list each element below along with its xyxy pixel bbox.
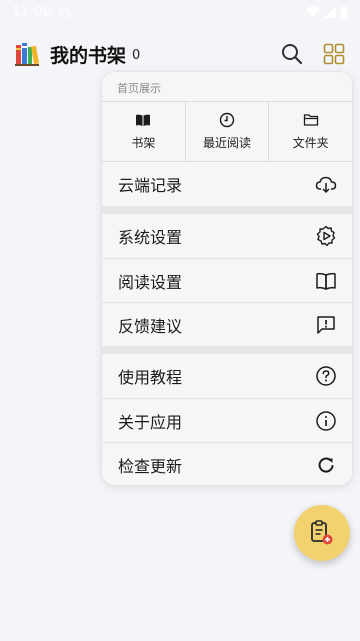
menu-item-label: 检查更新 (118, 456, 183, 476)
menu-item-reading-settings[interactable]: 阅读设置 (102, 258, 352, 302)
books-logo-icon (15, 43, 40, 66)
info-circle-icon (316, 410, 336, 431)
help-circle-icon (316, 366, 336, 386)
tab-label: 书架 (131, 136, 156, 150)
menu-item-check-update[interactable]: 检查更新 (102, 442, 352, 485)
folder-icon (303, 114, 318, 126)
search-button[interactable] (280, 42, 304, 66)
layout-menu-button[interactable] (322, 42, 346, 66)
tab-bookshelf[interactable]: 书架 (102, 102, 185, 161)
wifi-icon (306, 6, 320, 17)
menu-item-feedback[interactable]: 反馈建议 (102, 302, 352, 346)
menu-item-label: 云端记录 (118, 176, 183, 195)
menu-item-label: 反馈建议 (118, 316, 183, 336)
divider (102, 346, 352, 354)
menu-item-label: 系统设置 (118, 228, 183, 247)
status-icons (306, 5, 348, 19)
page-title: 我的书架 (50, 44, 127, 67)
refresh-icon (318, 457, 334, 472)
menu-item-cloud-records[interactable]: 云端记录 (102, 162, 352, 206)
app-header: 我的书架 0 (0, 32, 360, 76)
book-open-icon (136, 114, 151, 126)
section-label: 首页展示 (117, 82, 161, 95)
menu-item-tutorial[interactable]: 使用教程 (102, 354, 352, 398)
book-count: 0 (132, 47, 141, 63)
cloud-download-icon (315, 176, 337, 194)
home-display-tabs: 书架 最近阅读 文件夹 (102, 101, 352, 162)
battery-icon (340, 5, 348, 18)
clock-icon (219, 112, 235, 128)
menu-item-label: 使用教程 (118, 368, 183, 387)
feedback-icon (317, 315, 335, 334)
tab-recent-reading[interactable]: 最近阅读 (184, 102, 269, 161)
search-icon (282, 44, 303, 65)
notification-icon (59, 7, 69, 17)
status-bar: 11:00 (0, 0, 360, 24)
tab-folder[interactable]: 文件夹 (268, 102, 352, 161)
gear-play-icon (316, 225, 336, 247)
menu-item-label: 关于应用 (118, 412, 183, 432)
popup-menu: 首页展示 书架 最近阅读 文件夹 云端记录 系统设置 阅读设置 反馈建议 使用教… (102, 72, 352, 485)
tab-label: 文件夹 (292, 136, 329, 150)
grid-icon (323, 43, 345, 65)
divider (102, 206, 352, 214)
tab-label: 最近阅读 (203, 136, 252, 150)
menu-item-system-settings[interactable]: 系统设置 (102, 214, 352, 258)
book-outline-icon (316, 272, 336, 290)
clipboard-add-icon (311, 520, 333, 545)
menu-item-label: 阅读设置 (118, 272, 183, 292)
signal-icon (324, 6, 336, 18)
menu-item-about[interactable]: 关于应用 (102, 398, 352, 442)
import-book-button[interactable] (294, 505, 350, 561)
status-time: 11:00 (12, 4, 52, 20)
